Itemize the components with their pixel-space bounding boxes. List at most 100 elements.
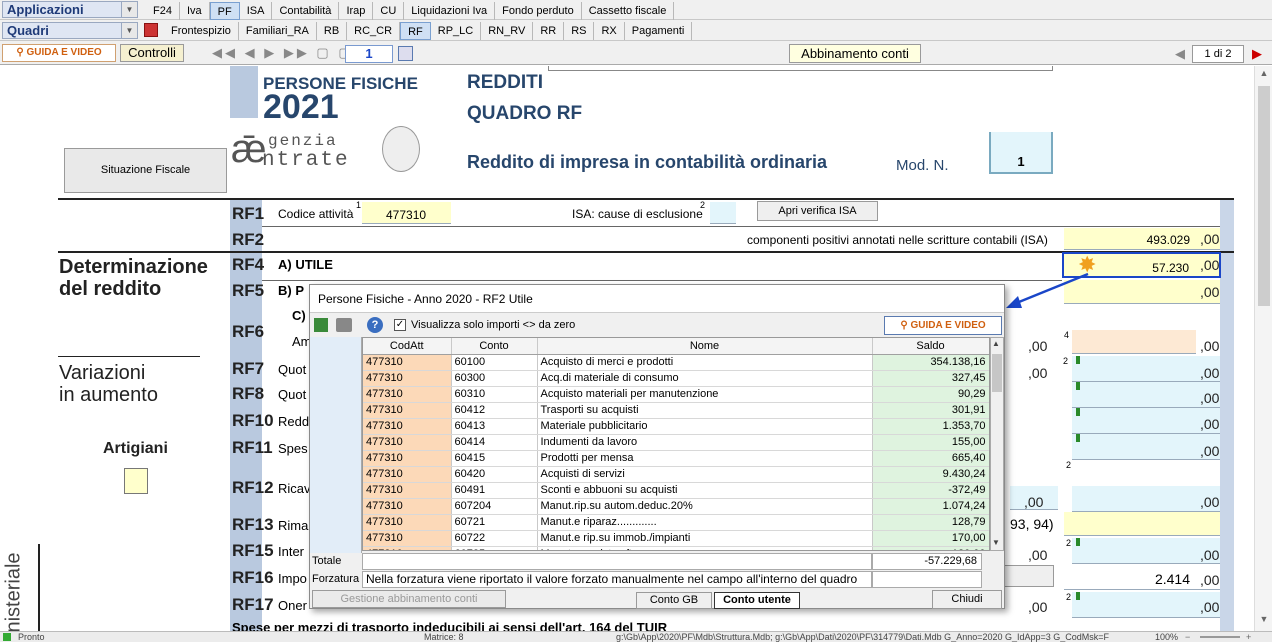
tab-cu[interactable]: CU [373, 2, 405, 20]
table-row[interactable]: 477310 60100 Acquisto di merci e prodotti 3… [363, 354, 989, 371]
cell-codatt: 477310 [363, 386, 452, 403]
rf2-value[interactable]: 493.029 [1064, 228, 1220, 250]
scroll-down-icon[interactable]: ▼ [1257, 614, 1271, 628]
print-icon[interactable] [336, 318, 352, 332]
col-codatt[interactable]: CodAtt [363, 338, 452, 355]
logo-band [230, 66, 258, 118]
tab-f24[interactable]: F24 [146, 2, 180, 20]
quadro-tab-rp-lc[interactable]: RP_LC [431, 22, 482, 40]
rf7-label: RF7 [232, 359, 265, 378]
quadro-tab-rx[interactable]: RX [594, 22, 625, 40]
help-icon[interactable]: ? [367, 317, 383, 333]
col-conto[interactable]: Conto [451, 338, 538, 355]
rf12-value[interactable] [1072, 486, 1220, 512]
rf17-value[interactable] [1072, 592, 1220, 618]
rf6-col4[interactable] [1072, 330, 1196, 354]
tab-irap[interactable]: Irap [339, 2, 374, 20]
guida-video-button[interactable]: ⚲ GUIDA E VIDEO [2, 44, 116, 62]
scroll-thumb[interactable] [1258, 86, 1270, 306]
cell-codatt: 477310 [363, 450, 452, 467]
codice-attivita-input[interactable]: 477310 [362, 202, 451, 224]
tab-cassetto-fiscale[interactable]: Cassetto fiscale [582, 2, 675, 20]
table-row[interactable]: 477310 60413 Materiale pubblicitario 1.353,… [363, 418, 989, 435]
rf7-value[interactable] [1072, 356, 1220, 382]
quadro-tab-rr[interactable]: RR [533, 22, 565, 40]
rf8-value[interactable] [1072, 382, 1220, 408]
table-row[interactable]: 47731060725Manut.e assist.software120,00 [363, 546, 989, 550]
dialog-guida-video-button[interactable]: ⚲ GUIDA E VIDEO [884, 316, 1002, 335]
tab-pf[interactable]: PF [209, 2, 240, 20]
cell-nome: Trasporti su acquisti [537, 402, 873, 419]
rf10-value[interactable] [1072, 408, 1220, 434]
quadro-tab-rs[interactable]: RS [564, 22, 595, 40]
isa-cause-input[interactable] [710, 202, 736, 224]
table-row[interactable]: 477310 60412 Trasporti su acquisti 301,91 [363, 402, 989, 419]
scroll-up-icon[interactable]: ▲ [992, 339, 1000, 348]
artigiani-checkbox[interactable] [124, 468, 148, 494]
page-indicator: 1 di 2 [1192, 45, 1244, 63]
tab-fondo-perduto[interactable]: Fondo perduto [495, 2, 582, 20]
nav-arrows-icon[interactable]: ◀◀ ◀ ▶ ▶▶ ▢ ▢ [212, 45, 354, 61]
col-saldo[interactable]: Saldo [872, 338, 989, 355]
rf15-value[interactable] [1072, 538, 1220, 564]
table-row[interactable]: 477310 60721 Manut.e riparaz............. 1… [363, 514, 989, 531]
quadro-tab-rf[interactable]: RF [400, 22, 431, 40]
quadro-tab-rb[interactable]: RB [317, 22, 348, 40]
cell-nome: Materiale pubblicitario [537, 418, 873, 435]
forzatura-input[interactable] [872, 571, 982, 588]
table-row[interactable]: 477310 607204 Manut.rip.su autom.deduc.20%… [363, 498, 989, 515]
gestione-abbinamento-button[interactable]: Gestione abbinamento conti [312, 590, 506, 608]
table-row[interactable]: 477310 60415 Prodotti per mensa 665,40 [363, 450, 989, 467]
table-row[interactable]: 477310 60300 Acq.di materiale di consumo 32… [363, 370, 989, 387]
quadro-tab-familiari-ra[interactable]: Familiari_RA [239, 22, 317, 40]
cents: ,00 [1200, 599, 1220, 615]
print-preview-icon[interactable] [398, 46, 413, 61]
quadro-tab-frontespizio[interactable]: Frontespizio [164, 22, 239, 40]
mod-number[interactable]: 1 [989, 132, 1053, 174]
grid-scrollbar[interactable]: ▲ ▼ [990, 337, 1004, 551]
tab-contabilit-[interactable]: Contabilità [272, 2, 340, 20]
table-row[interactable]: 477310 60310 Acquisto materiali per manute… [363, 386, 989, 403]
tab-isa[interactable]: ISA [240, 2, 273, 20]
scroll-down-icon[interactable]: ▼ [992, 538, 1000, 547]
zoom-slider[interactable] [1200, 636, 1240, 638]
zoom-out-icon[interactable]: − [1185, 632, 1190, 642]
tab-iva[interactable]: Iva [180, 2, 210, 20]
col-nome[interactable]: Nome [537, 338, 873, 355]
page-input[interactable]: 1 [345, 45, 393, 63]
export-icon[interactable] [314, 318, 328, 332]
chevron-down-icon[interactable]: ▼ [121, 23, 137, 38]
abbinamento-conti-button[interactable]: Abbinamento conti [789, 44, 921, 63]
zoom-in-icon[interactable]: + [1246, 632, 1251, 642]
apri-verifica-isa-button[interactable]: Apri verifica ISA [757, 201, 878, 221]
conto-gb-button[interactable]: Conto GB [636, 592, 712, 609]
rf16-value[interactable]: 2.414 [1064, 566, 1220, 590]
pdf-icon[interactable] [144, 23, 158, 37]
quadri-select[interactable]: Quadri ▼ [2, 22, 138, 39]
table-row[interactable]: 477310 60414 Indumenti da lavoro 155,00 [363, 434, 989, 451]
table-row[interactable]: 477310 60420 Acquisti di servizi 9.430,24 [363, 466, 989, 483]
situazione-fiscale-button[interactable]: Situazione Fiscale [64, 148, 227, 193]
prev-page-icon[interactable]: ◀ [1175, 46, 1185, 62]
grid-scroll-thumb[interactable] [992, 354, 1002, 392]
table-row[interactable]: 477310 60491 Sconti e abbuoni su acquisti -… [363, 482, 989, 499]
quadro-tab-rc-cr[interactable]: RC_CR [347, 22, 401, 40]
table-row[interactable]: 477310 60722 Manut.e rip.su immob./impiant… [363, 530, 989, 547]
rf11-value[interactable] [1072, 434, 1220, 460]
quadro-tab-pagamenti[interactable]: Pagamenti [625, 22, 693, 40]
quadro-tab-rn-rv[interactable]: RN_RV [481, 22, 534, 40]
chevron-down-icon[interactable]: ▼ [121, 2, 137, 17]
vertical-scrollbar[interactable]: ▲ ▼ [1254, 66, 1272, 631]
visualizza-checkbox[interactable]: ✓ [394, 319, 406, 331]
chiudi-button[interactable]: Chiudi [932, 590, 1002, 609]
conto-utente-button[interactable]: Conto utente [714, 592, 800, 609]
next-page-icon[interactable]: ▶ [1252, 46, 1262, 62]
rf13-value[interactable] [1064, 512, 1220, 536]
tab-liquidazioni-iva[interactable]: Liquidazioni Iva [404, 2, 496, 20]
controlli-button[interactable]: Controlli [120, 44, 184, 62]
scroll-up-icon[interactable]: ▲ [1257, 68, 1271, 82]
rf4-label: RF4 [232, 255, 265, 274]
rf16-button[interactable] [1004, 565, 1054, 587]
applicazioni-select[interactable]: Applicazioni ▼ [2, 1, 138, 18]
cell-codatt: 477310 [363, 530, 452, 547]
